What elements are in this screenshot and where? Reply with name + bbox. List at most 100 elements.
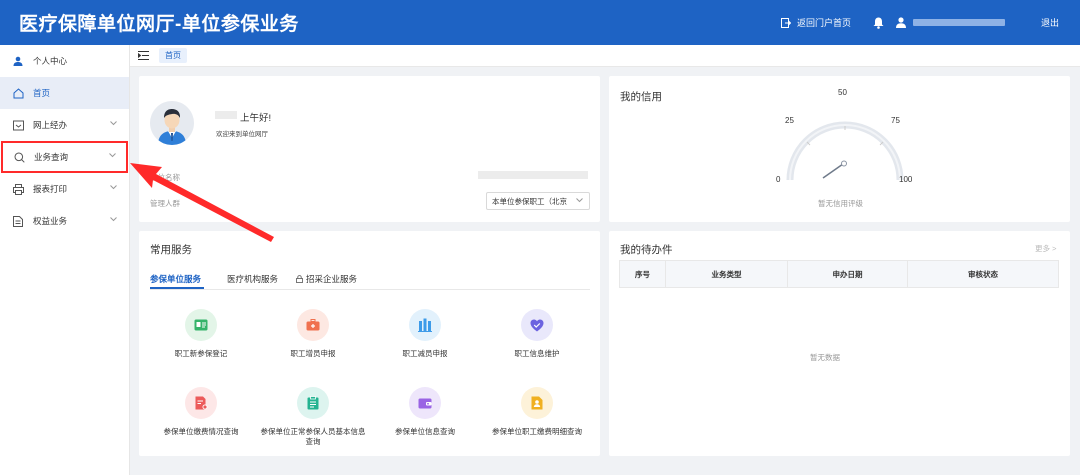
- search-icon: [13, 151, 25, 163]
- user-icon: [895, 17, 906, 28]
- service-payment-detail-query[interactable]: 参保单位职工缴费明细查询: [482, 387, 592, 437]
- service-label: 参保单位信息查询: [395, 427, 455, 436]
- gauge-label-50: 50: [838, 88, 847, 97]
- menu-fold-icon[interactable]: [138, 51, 149, 60]
- service-icon-bg: [297, 387, 329, 419]
- service-label: 职工增员申报: [290, 349, 336, 358]
- portal-home-label: 返回门户首页: [796, 18, 851, 28]
- chevron-down-icon: [110, 121, 117, 126]
- user-name-masked: [912, 19, 1005, 26]
- managed-crowd-select[interactable]: 本单位参保职工（北京: [486, 192, 590, 210]
- service-new-enrollment[interactable]: 职工新参保登记: [146, 309, 256, 359]
- avatar: [150, 101, 194, 145]
- clipboard-icon: [307, 396, 319, 410]
- document-icon: [12, 215, 24, 227]
- home-icon: [12, 87, 24, 99]
- tab-insured-unit-service[interactable]: 参保单位服务: [150, 273, 201, 285]
- service-insured-staff-query[interactable]: 参保单位正常参保人员基本信息查询: [258, 387, 368, 447]
- credit-note: 暂无信用评级: [818, 199, 863, 208]
- chevron-down-icon: [109, 153, 116, 158]
- service-icon-bg: [409, 387, 441, 419]
- portal-home-link[interactable]: 返回门户首页: [780, 16, 851, 29]
- tab-medical-institution-service[interactable]: 医疗机构服务: [227, 273, 278, 285]
- service-label: 参保单位正常参保人员基本信息查询: [260, 427, 366, 446]
- service-icon-bg: [521, 309, 553, 341]
- app-title: 医疗保障单位网厅-单位参保业务: [19, 14, 299, 35]
- greeting-text: 上午好!: [240, 113, 272, 124]
- service-label: 参保单位缴费情况查询: [163, 427, 239, 436]
- service-icon-bg: [521, 387, 553, 419]
- sidebar-item-business-query[interactable]: 业务查询: [1, 141, 128, 173]
- todo-table-header: 序号 业务类型 申办日期 审核状态: [619, 260, 1059, 288]
- sidebar-item-label: 首页: [33, 88, 51, 98]
- service-label: 参保单位职工缴费明细查询: [492, 427, 582, 436]
- inbox-icon: [12, 119, 24, 131]
- service-label: 职工减员申报: [402, 349, 448, 358]
- service-unit-info-query[interactable]: 参保单位信息查询: [370, 387, 480, 437]
- service-payment-status-query[interactable]: 参保单位缴费情况查询: [146, 387, 256, 437]
- user-menu[interactable]: [895, 17, 1005, 28]
- lock-icon: [296, 275, 303, 283]
- todo-title: 我的待办件: [620, 244, 673, 256]
- bell-icon[interactable]: [873, 17, 884, 29]
- person-icon: [12, 55, 24, 67]
- sidebar-item-label: 权益业务: [33, 216, 68, 226]
- sidebar-item-rights-business[interactable]: 权益业务: [0, 205, 129, 237]
- service-add-employee[interactable]: 职工增员申报: [258, 309, 368, 359]
- column-header-apply-date[interactable]: 申办日期: [788, 261, 908, 287]
- service-employee-info[interactable]: 职工信息维护: [482, 309, 592, 359]
- heart-check-icon: [530, 319, 544, 331]
- annotation-arrow: [130, 163, 274, 242]
- service-label: 职工新参保登记: [174, 349, 228, 358]
- column-header-business-type[interactable]: 业务类型: [666, 261, 788, 287]
- gauge-label-75: 75: [891, 116, 900, 125]
- printer-icon: [12, 183, 24, 195]
- logout-button[interactable]: 退出: [1041, 16, 1059, 29]
- document-user-icon: [531, 396, 543, 410]
- sidebar-item-label: 业务查询: [34, 152, 69, 162]
- column-header-index[interactable]: 序号: [620, 261, 666, 287]
- sidebar-item-label: 网上经办: [33, 120, 68, 130]
- user-name-masked: [215, 111, 237, 119]
- column-header-review-status[interactable]: 审核状态: [908, 261, 1058, 287]
- credit-gauge: [786, 121, 904, 181]
- gauge-label-0: 0: [776, 175, 781, 184]
- gauge-label-100: 100: [899, 175, 913, 184]
- service-label: 职工信息维护: [514, 349, 560, 358]
- more-link[interactable]: 更多 >: [1035, 243, 1056, 254]
- chevron-down-icon: [110, 217, 117, 222]
- service-icon-bg: [297, 309, 329, 341]
- breadcrumb-bar: 首页: [130, 45, 1080, 67]
- service-icon-bg: [185, 387, 217, 419]
- service-icon-bg: [409, 309, 441, 341]
- id-card-icon: [194, 319, 208, 331]
- exit-portal-icon: [780, 17, 791, 28]
- chevron-down-icon: [110, 185, 117, 190]
- welcome-text: 欢迎来到单位网厅: [216, 131, 268, 138]
- wallet-icon: [418, 398, 432, 409]
- service-icon-bg: [185, 309, 217, 341]
- sidebar: 个人中心 首页 网上经办 业务查询 报表打印 权益业务: [0, 45, 130, 475]
- sidebar-item-report-print[interactable]: 报表打印: [0, 173, 129, 205]
- sidebar-item-online-handling[interactable]: 网上经办: [0, 109, 129, 141]
- briefcase-plus-icon: [306, 319, 320, 331]
- services-tabs: 参保单位服务 医疗机构服务 招采企业服务: [150, 268, 590, 290]
- sidebar-item-label: 报表打印: [33, 184, 68, 194]
- sidebar-item-personal-center[interactable]: 个人中心: [0, 45, 129, 77]
- managed-crowd-value: 本单位参保职工（北京: [492, 196, 567, 206]
- empty-state-text: 暂无数据: [810, 353, 840, 362]
- tab-label: 招采企业服务: [306, 274, 358, 284]
- bill-icon: [195, 396, 207, 410]
- unit-name-value-masked: [478, 171, 588, 179]
- chevron-down-icon: [576, 198, 583, 203]
- breadcrumb-tab-home[interactable]: 首页: [159, 48, 187, 63]
- sidebar-item-home[interactable]: 首页: [0, 77, 129, 109]
- top-bar-actions: 返回门户首页 退出: [780, 0, 1080, 45]
- gauge-label-25: 25: [785, 116, 794, 125]
- building-icon: [418, 318, 432, 332]
- tab-procurement-service[interactable]: 招采企业服务: [296, 273, 357, 285]
- top-bar: 医疗保障单位网厅-单位参保业务 返回门户首页 退出: [0, 0, 1080, 45]
- service-reduce-employee[interactable]: 职工减员申报: [370, 309, 480, 359]
- credit-title: 我的信用: [620, 91, 662, 103]
- active-tab-underline: [150, 287, 204, 289]
